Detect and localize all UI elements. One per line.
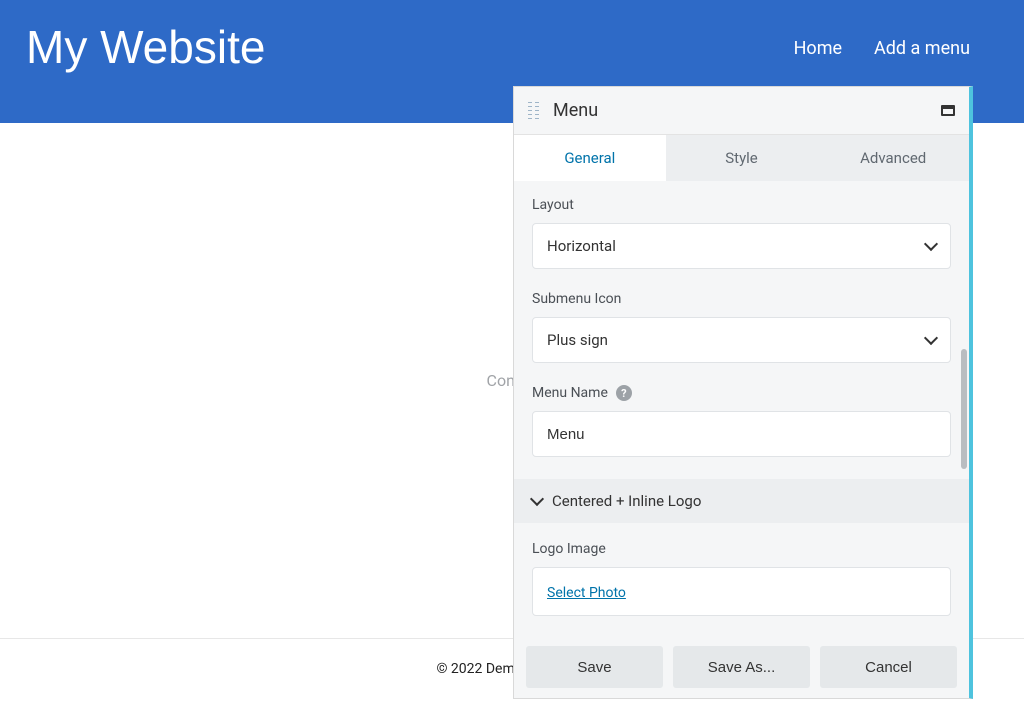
- layout-value: Horizontal: [547, 237, 616, 255]
- select-photo-link[interactable]: Select Photo: [547, 585, 626, 601]
- submenu-icon-label: Submenu Icon: [532, 291, 951, 307]
- tab-general[interactable]: General: [514, 135, 666, 181]
- save-as-button[interactable]: Save As...: [673, 646, 810, 688]
- section-centered-inline-logo[interactable]: Centered + Inline Logo: [514, 479, 969, 523]
- menu-name-input[interactable]: [547, 426, 936, 443]
- chevron-down-icon: [924, 331, 938, 345]
- site-title: My Website: [26, 20, 265, 74]
- chevron-down-icon: [924, 237, 938, 251]
- section-header-label: Centered + Inline Logo: [552, 492, 701, 510]
- chevron-down-icon: [530, 492, 544, 506]
- save-button[interactable]: Save: [526, 646, 663, 688]
- panel-tabs: General Style Advanced: [514, 135, 969, 181]
- menu-name-label-text: Menu Name: [532, 385, 608, 401]
- layout-label: Layout: [532, 197, 951, 213]
- field-layout: Layout Horizontal: [532, 197, 951, 269]
- help-icon[interactable]: ?: [616, 385, 632, 401]
- menu-name-label: Menu Name ?: [532, 385, 951, 401]
- menu-name-input-wrapper: [532, 411, 951, 457]
- logo-image-label: Logo Image: [532, 541, 951, 557]
- panel-footer: Save Save As... Cancel: [514, 636, 969, 698]
- panel-header[interactable]: Menu: [514, 87, 969, 135]
- cancel-button[interactable]: Cancel: [820, 646, 957, 688]
- responsive-toggle-icon[interactable]: [941, 105, 955, 116]
- field-menu-name: Menu Name ?: [532, 385, 951, 457]
- panel-body: Layout Horizontal Submenu Icon Plus sign…: [514, 181, 969, 636]
- nav-home[interactable]: Home: [794, 38, 842, 59]
- layout-select[interactable]: Horizontal: [532, 223, 951, 269]
- submenu-icon-select[interactable]: Plus sign: [532, 317, 951, 363]
- tab-style[interactable]: Style: [666, 135, 818, 181]
- field-logo-image: Logo Image Select Photo: [532, 541, 951, 616]
- field-submenu-icon: Submenu Icon Plus sign: [532, 291, 951, 363]
- primary-nav: Home Add a menu: [794, 38, 970, 59]
- drag-handle-icon[interactable]: [528, 102, 539, 119]
- logo-image-picker: Select Photo: [532, 567, 951, 616]
- panel-title: Menu: [553, 100, 941, 121]
- scrollbar-thumb[interactable]: [961, 349, 967, 469]
- tab-advanced[interactable]: Advanced: [817, 135, 969, 181]
- nav-add-menu[interactable]: Add a menu: [874, 38, 970, 59]
- menu-settings-panel: Menu General Style Advanced Layout Horiz…: [513, 86, 973, 699]
- submenu-icon-value: Plus sign: [547, 331, 608, 349]
